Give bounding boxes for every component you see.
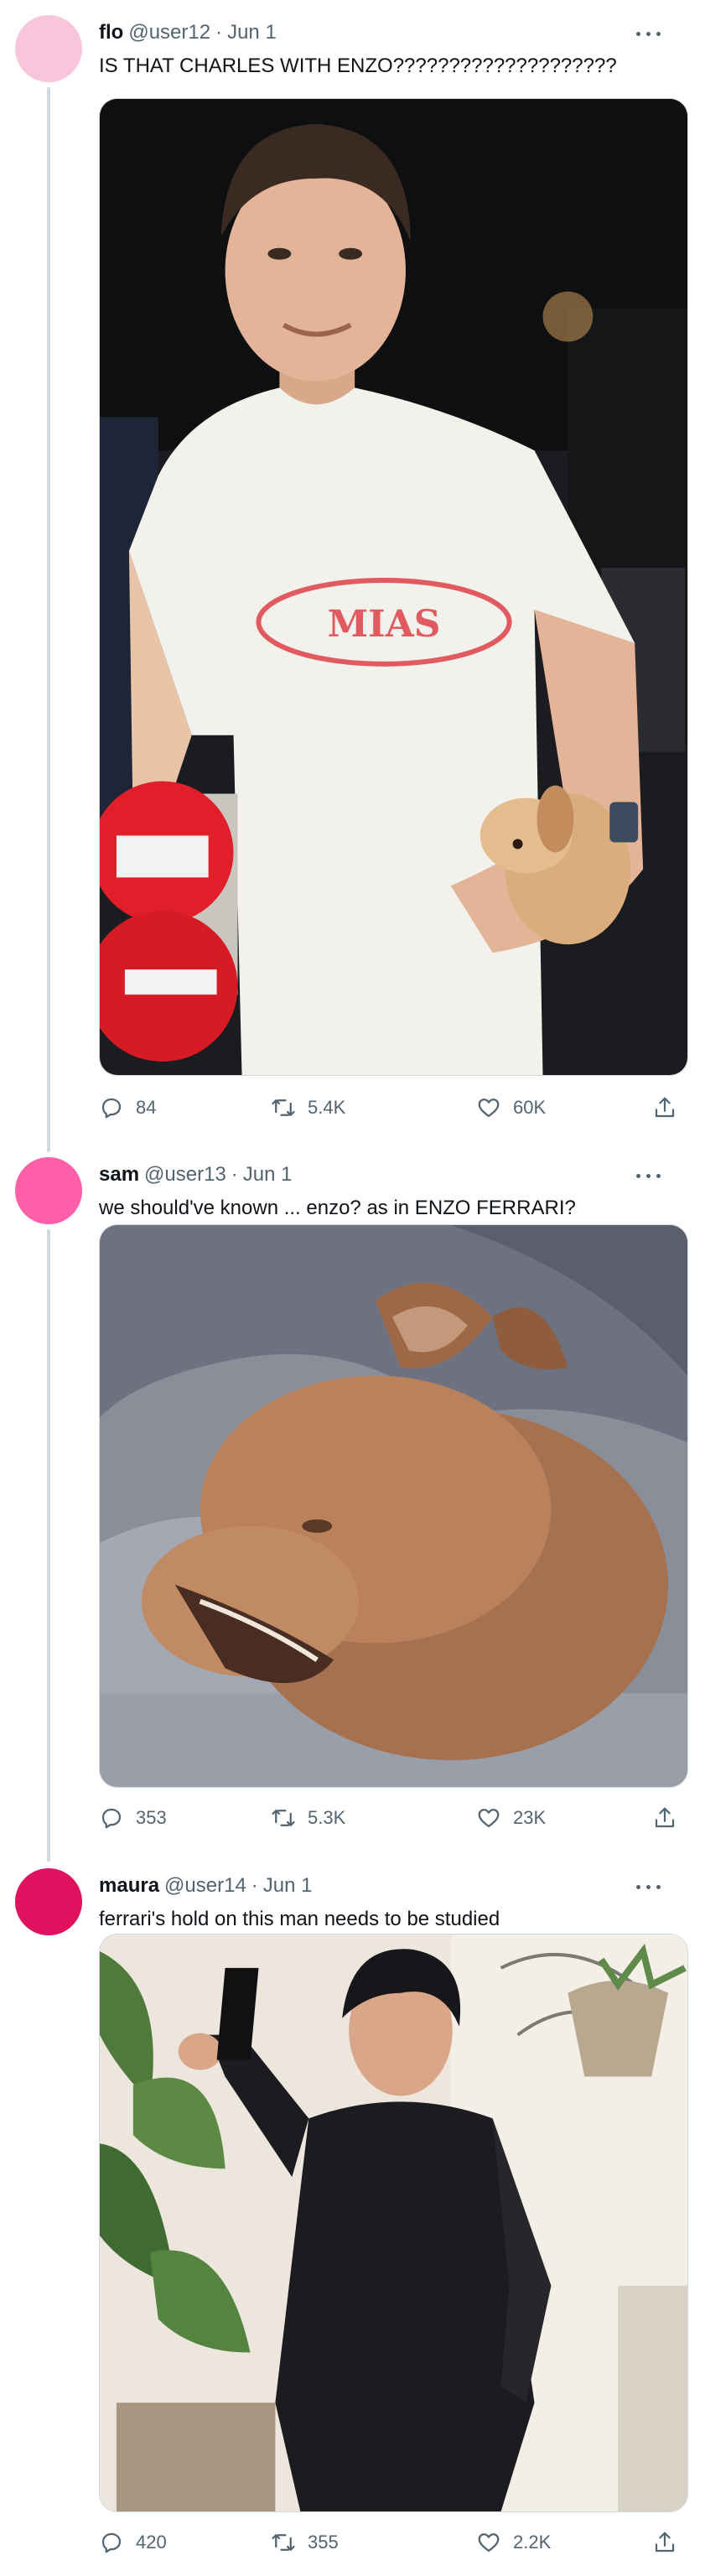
tweet[interactable]: maura @user14 · Jun 1 ferrari's hold on …	[0, 1853, 705, 2576]
reply-count: 84	[136, 1097, 157, 1118]
tweet-text: we should've known ... enzo? as in ENZO …	[99, 1197, 576, 1219]
reply-count: 353	[136, 1807, 167, 1828]
photo-woman-holding-gun-icon	[100, 1935, 687, 2511]
tweet-actions: 84 5.4K 60K	[99, 1091, 688, 1124]
display-name[interactable]: flo	[99, 21, 123, 44]
avatar[interactable]	[15, 1868, 82, 1935]
share-icon	[655, 2532, 675, 2553]
reply-icon	[101, 2532, 122, 2553]
user-handle[interactable]: @user14	[164, 1874, 246, 1898]
avatar[interactable]	[15, 1157, 82, 1224]
retweet-count: 5.4K	[308, 1097, 346, 1118]
avatar[interactable]	[15, 15, 82, 82]
tweet-actions: 353 5.3K 23K	[99, 1801, 688, 1835]
reply-button[interactable]: 84	[99, 1091, 156, 1124]
like-count: 23K	[513, 1807, 547, 1828]
reply-button[interactable]: 353	[99, 1801, 167, 1835]
retweet-icon	[272, 1810, 295, 1826]
separator: ·	[231, 1163, 238, 1186]
user-handle[interactable]: @user13	[144, 1163, 226, 1187]
display-name[interactable]: maura	[99, 1874, 159, 1898]
retweet-icon	[272, 2534, 295, 2551]
tweet-header: maura @user14 · Jun 1	[99, 1872, 688, 1900]
shirt-logo-text: MIAS	[328, 603, 441, 646]
retweet-button[interactable]: 5.3K	[271, 1801, 345, 1835]
heart-icon	[478, 1098, 500, 1118]
heart-icon	[478, 1809, 500, 1828]
share-icon	[655, 1097, 675, 1118]
separator: ·	[251, 1874, 258, 1897]
like-button[interactable]: 60K	[476, 1091, 546, 1124]
tweet-photo[interactable]	[99, 1224, 688, 1788]
like-count: 60K	[513, 1097, 547, 1118]
more-dots-icon[interactable]	[635, 1169, 663, 1182]
heart-icon	[478, 2533, 500, 2553]
tweet-text: IS THAT CHARLES WITH ENZO???????????????…	[99, 55, 617, 77]
share-button[interactable]	[652, 1801, 677, 1835]
retweet-count: 355	[308, 2532, 339, 2553]
reply-icon	[101, 1808, 122, 1829]
like-button[interactable]: 23K	[476, 1801, 546, 1835]
tweet-header: sam @user13 · Jun 1	[99, 1161, 688, 1189]
tweet-photo[interactable]	[99, 1934, 688, 2512]
tweet-text: ferrari's hold on this man needs to be s…	[99, 1908, 500, 1930]
reply-icon	[101, 1098, 122, 1119]
timeline: flo @user12 · Jun 1 IS THAT CHARLES WITH…	[0, 0, 705, 2576]
retweet-count: 5.3K	[308, 1807, 346, 1828]
retweet-button[interactable]: 5.4K	[271, 1091, 345, 1124]
share-button[interactable]	[652, 1091, 677, 1124]
photo-man-holding-puppy-icon: MIAS	[100, 99, 687, 1075]
tweet-date[interactable]: Jun 1	[263, 1874, 313, 1898]
display-name[interactable]: sam	[99, 1163, 139, 1187]
share-icon	[655, 1807, 675, 1828]
tweet-photo[interactable]: MIAS	[99, 98, 688, 1076]
like-count: 2.2K	[513, 2532, 552, 2553]
reply-button[interactable]: 420	[99, 2526, 167, 2559]
tweet-date[interactable]: Jun 1	[227, 21, 277, 44]
user-handle[interactable]: @user12	[128, 21, 210, 44]
more-dots-icon[interactable]	[635, 1880, 663, 1893]
tweet-actions: 420 355 2.2K	[99, 2526, 688, 2559]
separator: ·	[215, 21, 223, 44]
photo-puppy-yawning-icon	[100, 1225, 687, 1787]
share-button[interactable]	[652, 2526, 677, 2559]
thread-line	[47, 87, 50, 1152]
like-button[interactable]: 2.2K	[476, 2526, 551, 2559]
thread-line	[47, 1229, 50, 1862]
retweet-button[interactable]: 355	[271, 2526, 339, 2559]
more-dots-icon[interactable]	[635, 27, 663, 40]
retweet-icon	[272, 1099, 295, 1116]
tweet[interactable]: sam @user13 · Jun 1 we should've known .…	[0, 1142, 705, 1862]
tweet-header: flo @user12 · Jun 1	[99, 18, 688, 47]
tweet-date[interactable]: Jun 1	[243, 1163, 293, 1187]
tweet[interactable]: flo @user12 · Jun 1 IS THAT CHARLES WITH…	[0, 0, 705, 1152]
reply-count: 420	[136, 2532, 167, 2553]
